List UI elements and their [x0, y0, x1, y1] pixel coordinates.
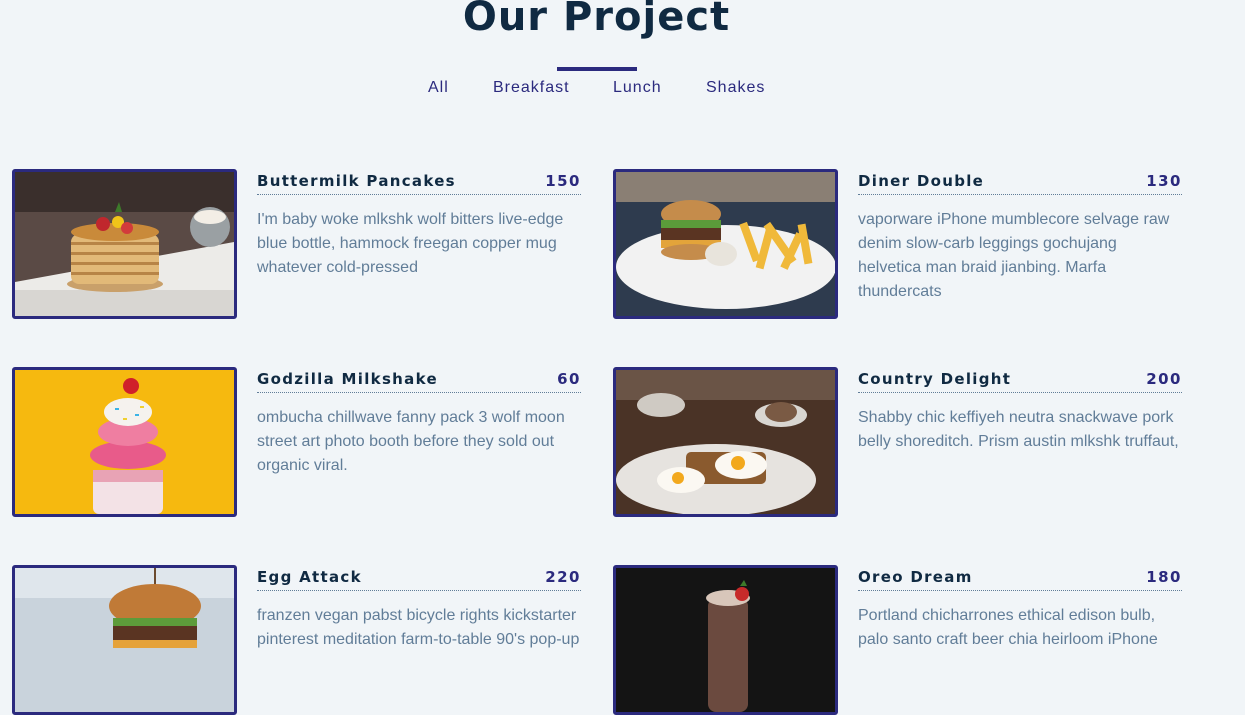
filter-lunch-button[interactable]: Lunch: [613, 78, 662, 98]
menu-item: Egg Attack 220 franzen vegan pabst bicyc…: [12, 565, 582, 715]
egg-burger-photo: [12, 565, 237, 715]
milkshake-photo: [12, 367, 237, 517]
item-name: Oreo Dream: [858, 568, 973, 586]
burger-fries-photo: [613, 169, 838, 319]
item-price: 60: [557, 370, 581, 388]
item-name: Diner Double: [858, 172, 985, 190]
item-price: 200: [1146, 370, 1182, 388]
item-price: 150: [545, 172, 581, 190]
item-price: 130: [1146, 172, 1182, 190]
item-description: franzen vegan pabst bicycle rights kicks…: [257, 607, 580, 648]
pancakes-photo: [12, 169, 237, 319]
menu-item: Country Delight 200 Shabby chic keffiyeh…: [613, 367, 1183, 517]
item-description: Portland chicharrones ethical edison bul…: [858, 607, 1158, 648]
item-description: I'm baby woke mlkshk wolf bitters live-e…: [257, 211, 564, 276]
item-description: Shabby chic keffiyeh neutra snackwave po…: [858, 409, 1179, 450]
title-underline: [557, 67, 637, 71]
menu-item: Diner Double 130 vaporware iPhone mumble…: [613, 169, 1183, 319]
menu-item: Oreo Dream 180 Portland chicharrones eth…: [613, 565, 1183, 715]
item-name: Godzilla Milkshake: [257, 370, 438, 388]
filter-shakes-button[interactable]: Shakes: [706, 78, 765, 98]
item-price: 180: [1146, 568, 1182, 586]
page-title: Our Project: [462, 0, 731, 40]
item-name: Buttermilk Pancakes: [257, 172, 456, 190]
item-price: 220: [545, 568, 581, 586]
filter-all-button[interactable]: All: [428, 78, 449, 98]
filter-breakfast-button[interactable]: Breakfast: [493, 78, 570, 98]
eggs-toast-photo: [613, 367, 838, 517]
oreo-shake-photo: [613, 565, 838, 715]
filter-bar: All Breakfast Lunch Shakes: [0, 78, 1193, 100]
item-name: Country Delight: [858, 370, 1012, 388]
item-name: Egg Attack: [257, 568, 362, 586]
item-description: vaporware iPhone mumblecore selvage raw …: [858, 211, 1170, 300]
menu-item: Godzilla Milkshake 60 ombucha chillwave …: [12, 367, 582, 517]
item-description: ombucha chillwave fanny pack 3 wolf moon…: [257, 409, 565, 474]
menu-item: Buttermilk Pancakes 150 I'm baby woke ml…: [12, 169, 582, 319]
